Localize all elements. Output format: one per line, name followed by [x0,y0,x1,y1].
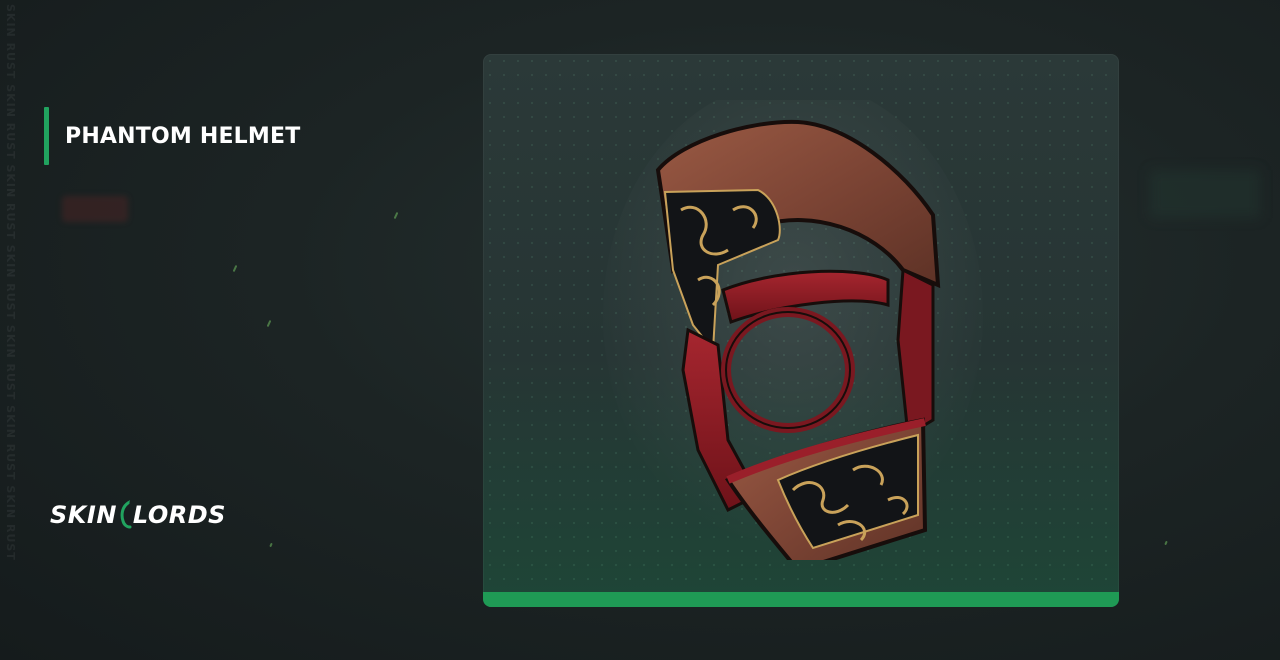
blurred-price-tag [62,196,128,222]
logo-text-right: LORDS [132,501,226,529]
logo-text-left: SKIN [50,501,117,529]
background-watermark: SKIN RUST SKIN RUST SKIN RUST SKIN RUST … [4,0,18,660]
title-accent-bar [44,107,49,165]
background-speck [1164,540,1168,546]
background-blur-panel [1150,170,1260,218]
background-speck [393,211,399,220]
item-title-block: PHANTOM HELMET [44,107,300,165]
item-preview-card [483,54,1119,607]
background-speck [266,319,272,328]
skinlords-logo: SKIN LORDS [50,500,226,530]
item-title: PHANTOM HELMET [65,123,301,149]
background-speck [232,264,238,273]
background-speck [269,542,273,548]
phantom-helmet-image [603,100,983,560]
rarity-bar [483,592,1119,607]
watermark-text: SKIN RUST SKIN RUST SKIN RUST SKIN RUST … [4,4,17,561]
dragon-mark-icon [120,500,132,529]
